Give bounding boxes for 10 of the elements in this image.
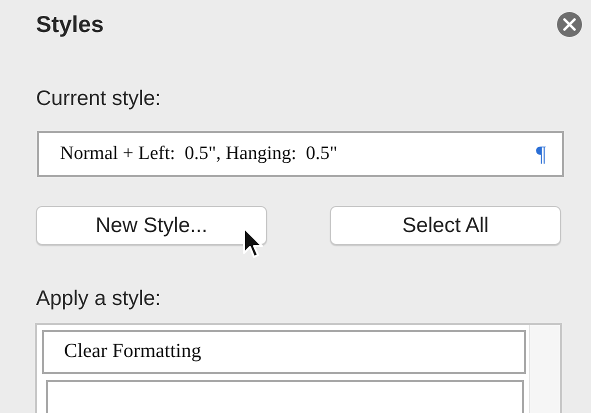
close-button[interactable] bbox=[557, 12, 582, 36]
panel-title: Styles bbox=[36, 10, 104, 38]
section-label: Current style: bbox=[36, 87, 162, 111]
style-list-item[interactable]: Clear Formatting bbox=[42, 330, 526, 374]
current-style-field[interactable]: Normal + Left: 0.5", Hanging: 0.5" ¶ bbox=[37, 131, 564, 177]
close-icon bbox=[563, 18, 576, 30]
pilcrow-mark: ¶ bbox=[536, 141, 546, 167]
section-label: Apply a style: bbox=[36, 287, 162, 311]
push-button[interactable]: Select All bbox=[330, 206, 561, 245]
push-button[interactable]: New Style... bbox=[36, 206, 267, 245]
